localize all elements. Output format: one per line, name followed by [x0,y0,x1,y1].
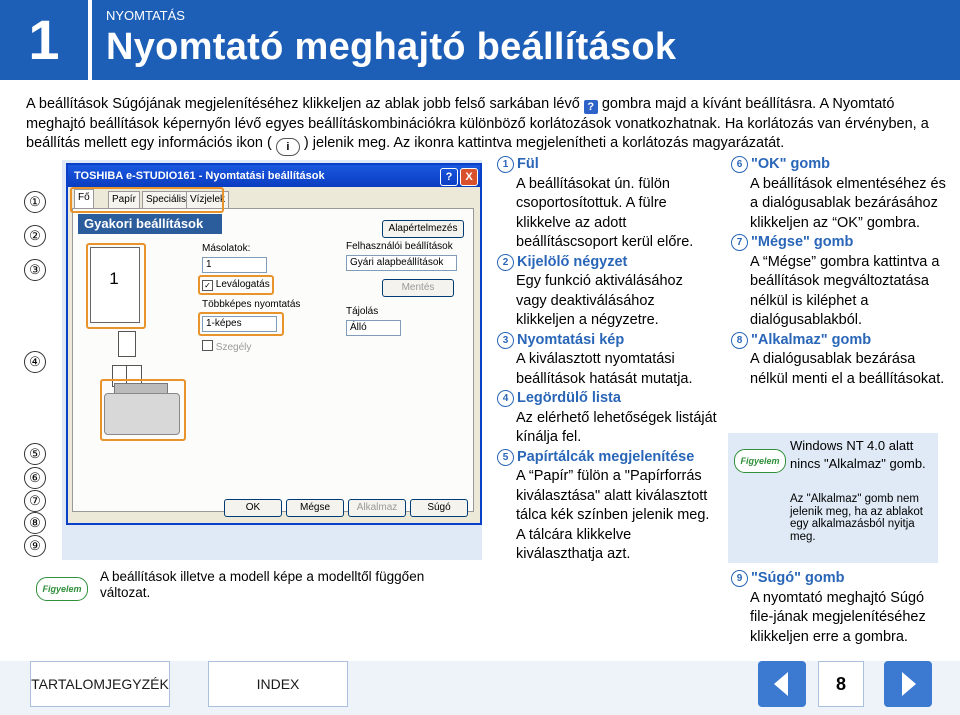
callout-5: ⑤ [24,443,46,465]
item-number: 5 [497,448,514,466]
copies-input[interactable]: 1 [202,257,267,273]
nup-label: Többképes nyomtatás [202,299,301,310]
border-checkbox-row[interactable]: Szegély [202,340,251,353]
item-description: A nyomtató meghajtó Súgó file-jának megj… [750,589,926,645]
item-description: A “Papír” fülön a "Papírforrás kiválaszt… [516,468,710,562]
highlight-preview [86,243,146,329]
orientation-select[interactable]: Álló [346,320,401,336]
item-heading: Papírtálcák megjelenítése [517,448,695,465]
dialog-help-button[interactable]: ? [440,168,458,186]
item-heading: "Alkalmaz" gomb [751,331,872,348]
callout-8: ⑧ [24,512,46,534]
toc-button[interactable]: TARTALOMJEGYZÉK [30,661,170,707]
highlight-printer [100,379,186,441]
item-number: 4 [497,390,514,407]
list-item: 1 Fül A beállításokat ún. fülön csoportos… [497,155,717,253]
item-number: 8 [731,331,748,349]
mini-page-icon [118,331,136,357]
copies-label: Másolatok: [202,243,251,254]
item-number: 2 [497,253,514,271]
restore-defaults-button[interactable]: Alapértelmezés [382,220,464,238]
arrow-right-icon [902,672,916,696]
highlight-tabs [70,187,224,213]
help-icon: ? [583,100,598,114]
item-description: A dialógusablak bezárása nélkül menti el… [750,351,945,387]
callout-3: ③ [24,259,46,281]
page-title: Nyomtató meghajtó beállítások [106,26,677,68]
note-text-2: Az "Alkalmaz" gomb nem jelenik meg, ha a… [790,493,923,543]
item-description: Egy funkció aktiválásához vagy deaktivál… [516,273,683,328]
callout-9: ⑨ [24,535,46,557]
panel-note: A beállítások illetve a modell képe a mo… [100,569,425,600]
item-description: A beállításokat ún. fülön csoportosított… [516,175,694,251]
list-item: 6 "OK" gomb A beállítások elmentéséhez és… [731,155,946,233]
callout-2: ② [24,225,46,247]
item-heading: "OK" gomb [751,156,830,172]
index-button[interactable]: INDEX [208,661,348,707]
chapter-number: 1 [28,8,60,71]
item-9: 9 "Súgó" gomb A nyomtató meghajtó Súgó fi… [731,569,946,647]
item-heading: Legördülő lista [517,390,621,406]
list-item: 7 "Mégse" gomb A “Mégse” gombra kattintva… [731,233,946,331]
figyelem-badge: Figyelem [36,577,88,601]
item-description: Az elérhető lehetőségek listáját kínálja… [516,409,717,446]
item-heading: Fül [517,156,539,172]
item-heading: Nyomtatási kép [517,331,625,348]
item-description: A beállítások elmentéséhez és a dialógus… [750,175,946,231]
border-checkbox[interactable] [202,340,213,351]
common-settings-header: Gyakori beállítások [78,214,222,234]
next-page-button[interactable] [884,661,932,707]
highlight-checkbox [198,275,274,295]
item-number: 9 [731,570,748,587]
user-settings-label: Felhasználói beállítások [346,241,453,252]
item-heading: "Mégse" gomb [751,234,854,250]
apply-button[interactable]: Alkalmaz [348,499,406,517]
item-number: 6 [731,156,748,173]
ok-button[interactable]: OK [224,499,282,517]
intro-text-1: A beállítások Súgójának megjelenítéséhez… [26,96,580,112]
intro-paragraph: A beállítások Súgójának megjelenítéséhez… [26,95,946,156]
section-label: NYOMTATÁS [106,8,185,23]
items-column-2: 6 "OK" gomb A beállítások elmentéséhez és… [731,155,946,389]
border-label: Szegély [215,342,252,353]
callout-1: ① [24,191,46,213]
callout-6: ⑥ [24,467,46,489]
dialog-titlebar: TOSHIBA e-STUDIO161 - Nyomtatási beállít… [68,165,480,187]
intro-text-3: ) jelenik meg. Az ikonra kattintva megje… [303,135,785,151]
save-settings-button[interactable]: Mentés [382,279,454,297]
list-item: 5 Papírtálcák megjelenítése A “Papír” fül… [497,448,717,565]
item-number: 1 [497,156,514,173]
item-description: A kiválasztott nyomtatási beállítások ha… [516,351,693,387]
list-item: 4 Legördülő lista Az elérhető lehetőségek… [497,389,717,448]
page-number: 8 [818,661,864,707]
item-number: 7 [731,234,748,251]
arrow-left-icon [774,672,788,696]
item-heading: Kijelölő négyzet [517,253,628,270]
note-text-1: Windows NT 4.0 alatt nincs "Alkalmaz" go… [790,438,926,471]
item-description: A “Mégse” gombra kattintva a beállítások… [750,253,940,329]
item-heading: "Súgó" gomb [751,570,845,586]
list-item: 2 Kijelölő négyzet Egy funkció aktiválásá… [497,253,717,331]
cancel-button[interactable]: Mégse [286,499,344,517]
highlight-dropdown [198,312,284,336]
item-number: 3 [497,331,514,349]
list-item: 8 "Alkalmaz" gomb A dialógusablak bezárás… [731,331,946,390]
orientation-label: Tájolás [346,306,379,317]
callout-4: ④ [24,351,46,373]
printer-settings-dialog: TOSHIBA e-STUDIO161 - Nyomtatási beállít… [66,163,482,525]
dialog-close-button[interactable]: X [460,168,478,186]
dialog-title: TOSHIBA e-STUDIO161 - Nyomtatási beállít… [74,170,325,182]
list-item: 3 Nyomtatási kép A kiválasztott nyomtatás… [497,331,717,390]
user-settings-select[interactable]: Gyári alapbeállítások [346,255,457,271]
figyelem-badge-2: Figyelem [734,449,786,473]
prev-page-button[interactable] [758,661,806,707]
items-column-1: 1 Fül A beállításokat ún. fülön csoportos… [497,155,717,565]
info-icon: i [275,138,300,156]
help-button[interactable]: Súgó [410,499,468,517]
callout-7: ⑦ [24,490,46,512]
